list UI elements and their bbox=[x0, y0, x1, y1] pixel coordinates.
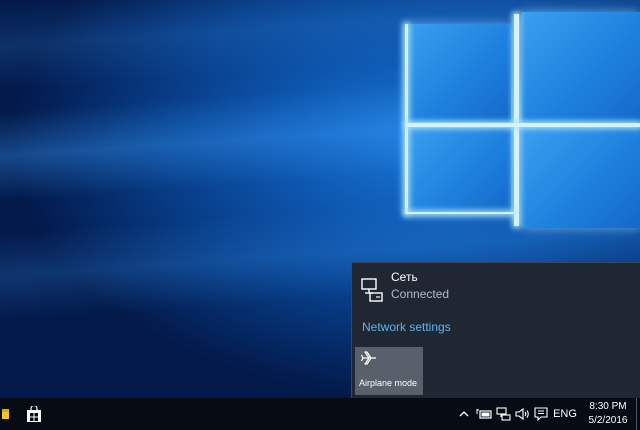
taskbar-clock[interactable]: 8:30 PM 5/2/2016 bbox=[583, 400, 633, 428]
taskbar: ENG 8:30 PM 5/2/2016 bbox=[0, 398, 640, 430]
store-button[interactable] bbox=[20, 398, 48, 430]
network-status: Connected bbox=[391, 287, 450, 301]
network-settings-link[interactable]: Network settings bbox=[362, 320, 451, 334]
wallpaper-logo-pane-top-right bbox=[522, 12, 640, 124]
wallpaper-logo-edge bbox=[406, 123, 640, 127]
wallpaper-logo-pane-bottom-left bbox=[406, 128, 511, 214]
wallpaper-logo-edge bbox=[406, 212, 514, 214]
network-connection-item[interactable]: Сеть Connected bbox=[359, 270, 634, 310]
clock-date: 5/2/2016 bbox=[588, 415, 628, 426]
airplane-icon bbox=[360, 351, 376, 365]
wallpaper-logo-pane-top-left bbox=[406, 24, 511, 122]
airplane-mode-label: Airplane mode bbox=[359, 378, 418, 388]
clock-time: 8:30 PM bbox=[589, 401, 627, 412]
wallpaper-logo-edge bbox=[405, 24, 408, 214]
wallpaper-logo-edge bbox=[514, 14, 519, 226]
battery-icon[interactable] bbox=[476, 406, 492, 422]
airplane-mode-tile[interactable]: Airplane mode bbox=[355, 347, 423, 395]
file-explorer-icon bbox=[2, 409, 9, 419]
wallpaper-logo-pane-bottom-right bbox=[522, 128, 640, 228]
volume-icon[interactable] bbox=[515, 406, 531, 422]
action-center-icon[interactable] bbox=[534, 406, 548, 422]
file-explorer-button[interactable] bbox=[0, 398, 14, 430]
show-desktop-button[interactable] bbox=[636, 398, 639, 430]
network-flyout: Сеть Connected Network settings Airplane… bbox=[351, 262, 640, 399]
input-language-indicator[interactable]: ENG bbox=[552, 398, 578, 430]
network-icon[interactable] bbox=[496, 406, 512, 422]
wired-network-icon bbox=[361, 278, 383, 302]
chevron-up-icon[interactable] bbox=[457, 406, 471, 422]
store-icon bbox=[27, 405, 41, 422]
network-name: Сеть bbox=[391, 270, 418, 284]
